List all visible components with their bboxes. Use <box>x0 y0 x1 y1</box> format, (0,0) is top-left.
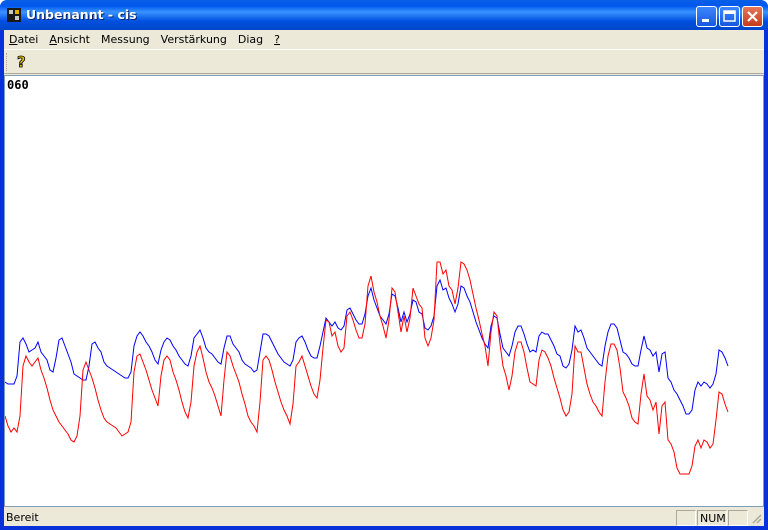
menu-ansicht-accel: A <box>49 33 57 46</box>
maximize-icon <box>723 10 736 22</box>
measurement-canvas[interactable]: 060 <box>4 75 764 507</box>
window-title: Unbenannt - cis <box>26 7 137 22</box>
app-icon <box>7 8 21 22</box>
menu-diag[interactable]: Diag <box>233 30 269 49</box>
menu-messung[interactable]: Messung <box>96 30 156 49</box>
status-text: Bereit <box>6 511 39 524</box>
menu-datei[interactable]: Datei <box>4 30 44 49</box>
menu-datei-rest: atei <box>17 33 39 46</box>
menu-verstaerkung[interactable]: Verstärkung <box>156 30 233 49</box>
svg-text:?: ? <box>17 53 26 71</box>
close-button[interactable] <box>742 6 763 27</box>
status-pane-empty-2 <box>728 510 748 526</box>
resize-grip-icon[interactable] <box>750 512 762 524</box>
help-question-icon: ? <box>17 53 27 72</box>
menu-ansicht[interactable]: Ansicht <box>44 30 96 49</box>
maximize-button[interactable] <box>719 6 740 27</box>
menu-help[interactable]: ? <box>269 30 286 49</box>
menu-ansicht-rest: nsicht <box>56 33 90 46</box>
signal-plot <box>5 261 729 475</box>
toolbar-grip[interactable] <box>6 53 9 71</box>
application-window: Unbenannt - cis Datei Ansicht Messung Ve… <box>0 0 768 530</box>
status-pane-empty-1 <box>676 510 696 526</box>
status-bar: Bereit NUM <box>4 508 764 526</box>
menu-bar: Datei Ansicht Messung Verstärkung Diag ? <box>4 30 764 49</box>
status-pane-num: NUM <box>697 510 727 526</box>
client-area: Datei Ansicht Messung Verstärkung Diag ?… <box>4 30 764 526</box>
toolbar: ? <box>4 49 764 74</box>
minimize-icon <box>702 19 709 22</box>
minimize-button[interactable] <box>696 6 717 27</box>
signal-series-2 <box>5 261 729 475</box>
title-bar[interactable]: Unbenannt - cis <box>0 0 768 30</box>
help-button[interactable]: ? <box>10 52 32 72</box>
menu-help-label: ? <box>274 33 280 46</box>
close-icon <box>747 11 758 22</box>
